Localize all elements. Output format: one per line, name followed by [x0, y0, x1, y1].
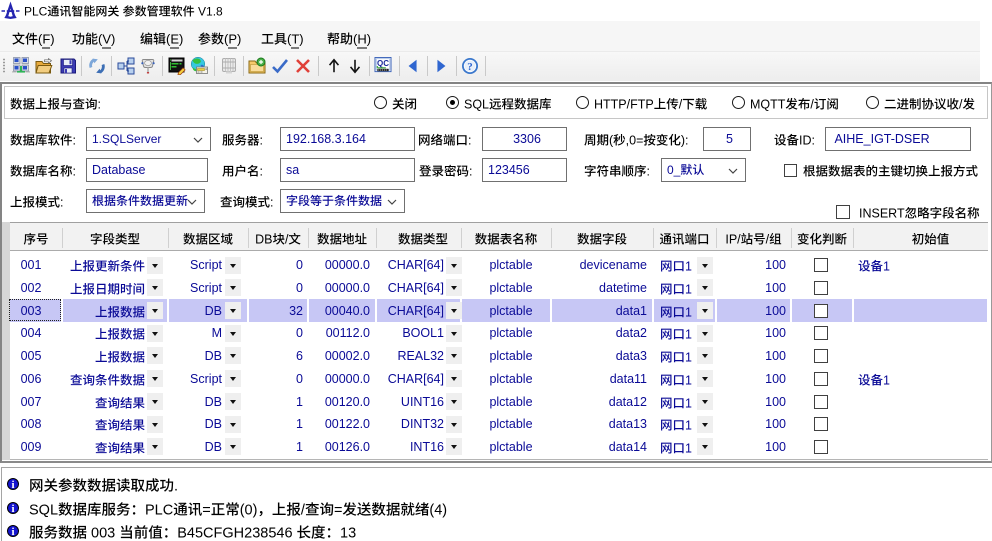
svg-text:?: ? — [467, 61, 473, 73]
svg-text:QC: QC — [377, 59, 389, 68]
